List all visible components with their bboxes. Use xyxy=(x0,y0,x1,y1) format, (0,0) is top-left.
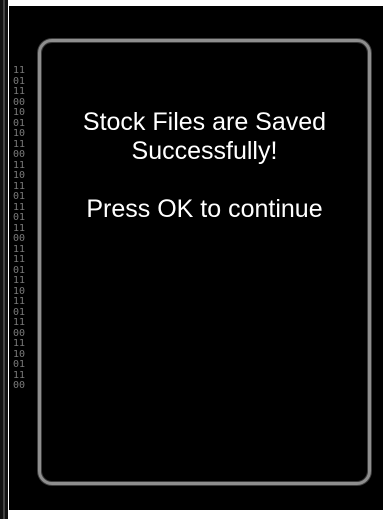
message-line-3: Press OK to continue xyxy=(86,195,323,223)
binary-digit-row: 11 xyxy=(13,254,26,265)
message-dialog: Stock Files are Saved Successfully! Pres… xyxy=(38,39,371,485)
bezel-left-edge xyxy=(0,0,8,519)
binary-digit-row: 01 xyxy=(13,212,26,223)
binary-digit-row: 11 xyxy=(13,296,26,307)
dialog-message: Stock Files are Saved Successfully! Pres… xyxy=(41,108,368,224)
binary-digit-row: 10 xyxy=(13,107,26,118)
binary-digit-row: 11 xyxy=(13,317,26,328)
binary-digit-row: 11 xyxy=(13,338,26,349)
binary-digit-row: 00 xyxy=(13,380,26,391)
message-line-2: Successfully! xyxy=(131,137,278,165)
binary-digit-row: 11 xyxy=(13,275,26,286)
message-spacer xyxy=(41,166,368,195)
binary-decoration: 11 01 11 00 10 01 10 11 00 11 10 11 01 11 01 11 00 11 11 01… xyxy=(13,66,39,396)
device-screen: 11 01 11 00 10 01 10 11 00 11 10 11 01 11 01 11 00 11 11 01… xyxy=(0,0,383,519)
binary-digit-row: 11 xyxy=(13,86,26,97)
binary-digit-row: 00 xyxy=(13,149,26,160)
binary-digit-row: 01 xyxy=(13,359,26,370)
binary-digit-row: 10 xyxy=(13,128,26,139)
message-line-1: Stock Files are Saved xyxy=(82,108,327,136)
binary-digit-row: 01 xyxy=(13,191,26,202)
bezel-left-stripe xyxy=(3,0,5,519)
binary-digit-row: 00 xyxy=(13,233,26,244)
binary-digit-row: 10 xyxy=(13,170,26,181)
binary-digit-row: 11 xyxy=(13,66,26,76)
